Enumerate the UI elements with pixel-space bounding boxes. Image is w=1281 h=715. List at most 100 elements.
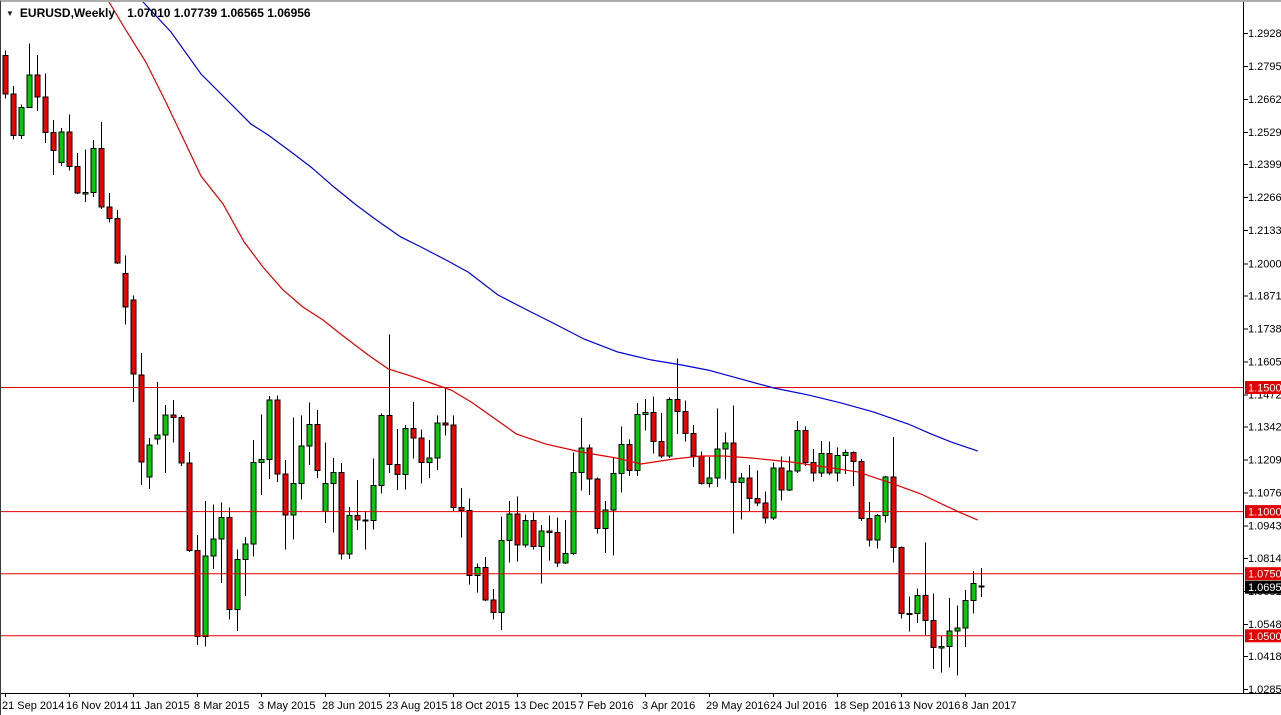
x-tick-label: 8 Jan 2017 [962, 700, 1016, 712]
candle-body [594, 478, 601, 530]
candle-body [138, 374, 145, 463]
candle-body [802, 430, 809, 464]
candle-body [266, 399, 273, 460]
candle-body [514, 513, 521, 546]
candle-body [210, 538, 217, 557]
candle-body [306, 424, 313, 447]
candle-body [82, 192, 89, 195]
x-tick-label: 29 May 2016 [706, 700, 770, 712]
candle-body [818, 453, 825, 474]
candle-body [250, 462, 257, 545]
x-tick-label: 3 May 2015 [258, 700, 315, 712]
candle-body [546, 530, 553, 534]
y-tick-label: 1.04185 [1248, 651, 1281, 663]
candle-body [602, 509, 609, 529]
y-tick-label: 1.16050 [1248, 356, 1281, 368]
y-tick-label: 1.02855 [1248, 684, 1281, 696]
x-tick-label: 7 Feb 2016 [578, 700, 634, 712]
candle-body [298, 445, 305, 484]
candle-body [674, 399, 681, 413]
candle-body [642, 411, 649, 416]
current-price-label: 1.06956 [1245, 580, 1281, 594]
candle-body [10, 93, 17, 137]
candle-body [346, 515, 353, 555]
candle-body [194, 550, 201, 638]
candle-body [850, 452, 857, 463]
candle-body [26, 74, 33, 109]
candle-body [738, 477, 745, 484]
hline-axis-label: 1.15000 [1245, 381, 1281, 395]
candle-body [722, 442, 729, 450]
ohlc-quote-line: 1.07010 1.07739 1.06565 1.06956 [127, 6, 311, 20]
hline-axis-label: 1.10000 [1245, 505, 1281, 519]
y-tick-label: 1.09435 [1248, 521, 1281, 533]
candle-body [714, 448, 721, 479]
candle-body [18, 107, 25, 136]
y-tick-label: 1.29280 [1248, 28, 1281, 40]
candle-body [786, 470, 793, 491]
candle-body [402, 428, 409, 475]
candle-body [938, 646, 945, 649]
candle-body [290, 482, 297, 516]
candle-body [458, 506, 465, 511]
candle-body [554, 532, 561, 564]
chart-window: ▼ EURUSD,Weekly 1.07010 1.07739 1.06565 … [0, 0, 1281, 715]
candle-body [882, 476, 889, 517]
candle-body [98, 148, 105, 208]
price-scale[interactable]: 1.29280 1.27950 1.26620 1.25290 1.23995 1.226… [1244, 28, 1281, 696]
candle-body [362, 519, 369, 522]
candle-body [90, 148, 97, 194]
candle-body [330, 471, 337, 484]
svg-text:1.06956: 1.06956 [1248, 582, 1281, 594]
hline-axis-label: 1.05000 [1245, 629, 1281, 643]
x-tick-label: 11 Jan 2015 [130, 700, 190, 712]
candle-body [930, 620, 937, 649]
candle-body [498, 539, 505, 613]
candle-body [746, 477, 753, 499]
candle-body [466, 509, 473, 577]
candle-body [226, 517, 233, 611]
candle-body [954, 627, 961, 632]
candle-body [426, 457, 433, 464]
candle-body [322, 482, 329, 513]
candle-body [690, 432, 697, 457]
hline-axis-label: 1.07500 [1245, 567, 1281, 581]
candle-body [570, 472, 577, 554]
candle-body [178, 416, 185, 464]
x-tick-label: 28 Jun 2015 [322, 700, 383, 712]
candle-body [978, 585, 985, 588]
candle-body [522, 519, 529, 546]
y-tick-label: 1.17380 [1248, 323, 1281, 335]
candle-body [170, 414, 177, 418]
candle-body [450, 424, 457, 508]
x-tick-label: 23 Aug 2015 [386, 700, 448, 712]
candle-body [626, 444, 633, 471]
candle-body [434, 422, 441, 459]
candle-body [946, 630, 953, 648]
x-tick-label: 13 Nov 2016 [898, 700, 960, 712]
y-tick-label: 1.05480 [1248, 619, 1281, 631]
price-chart[interactable]: 1.29280 1.27950 1.26620 1.25290 1.23995 1.226… [1, 2, 1281, 715]
candle-body [50, 132, 57, 151]
x-tick-label: 3 Apr 2016 [642, 700, 695, 712]
candle-body [234, 558, 241, 611]
candle-body [378, 414, 385, 486]
candle-body [130, 299, 137, 375]
candle-body [970, 583, 977, 601]
candle-body [386, 414, 393, 466]
y-tick-label: 1.18710 [1248, 290, 1281, 302]
y-tick-label: 1.12095 [1248, 455, 1281, 467]
chart-background [1, 2, 1281, 715]
symbol-dropdown-icon[interactable]: ▼ [6, 9, 14, 18]
candle-body [202, 555, 209, 638]
candle-body [906, 612, 913, 616]
candle-body [106, 206, 113, 220]
candle-body [706, 477, 713, 484]
candle-body [538, 530, 545, 547]
y-tick-label: 1.27950 [1248, 61, 1281, 73]
candle-body [146, 444, 153, 478]
svg-text:1.10000: 1.10000 [1248, 507, 1281, 519]
candle-body [218, 517, 225, 540]
candle-body [490, 599, 497, 613]
chart-title-bar: ▼ EURUSD,Weekly 1.07010 1.07739 1.06565 … [6, 6, 311, 20]
